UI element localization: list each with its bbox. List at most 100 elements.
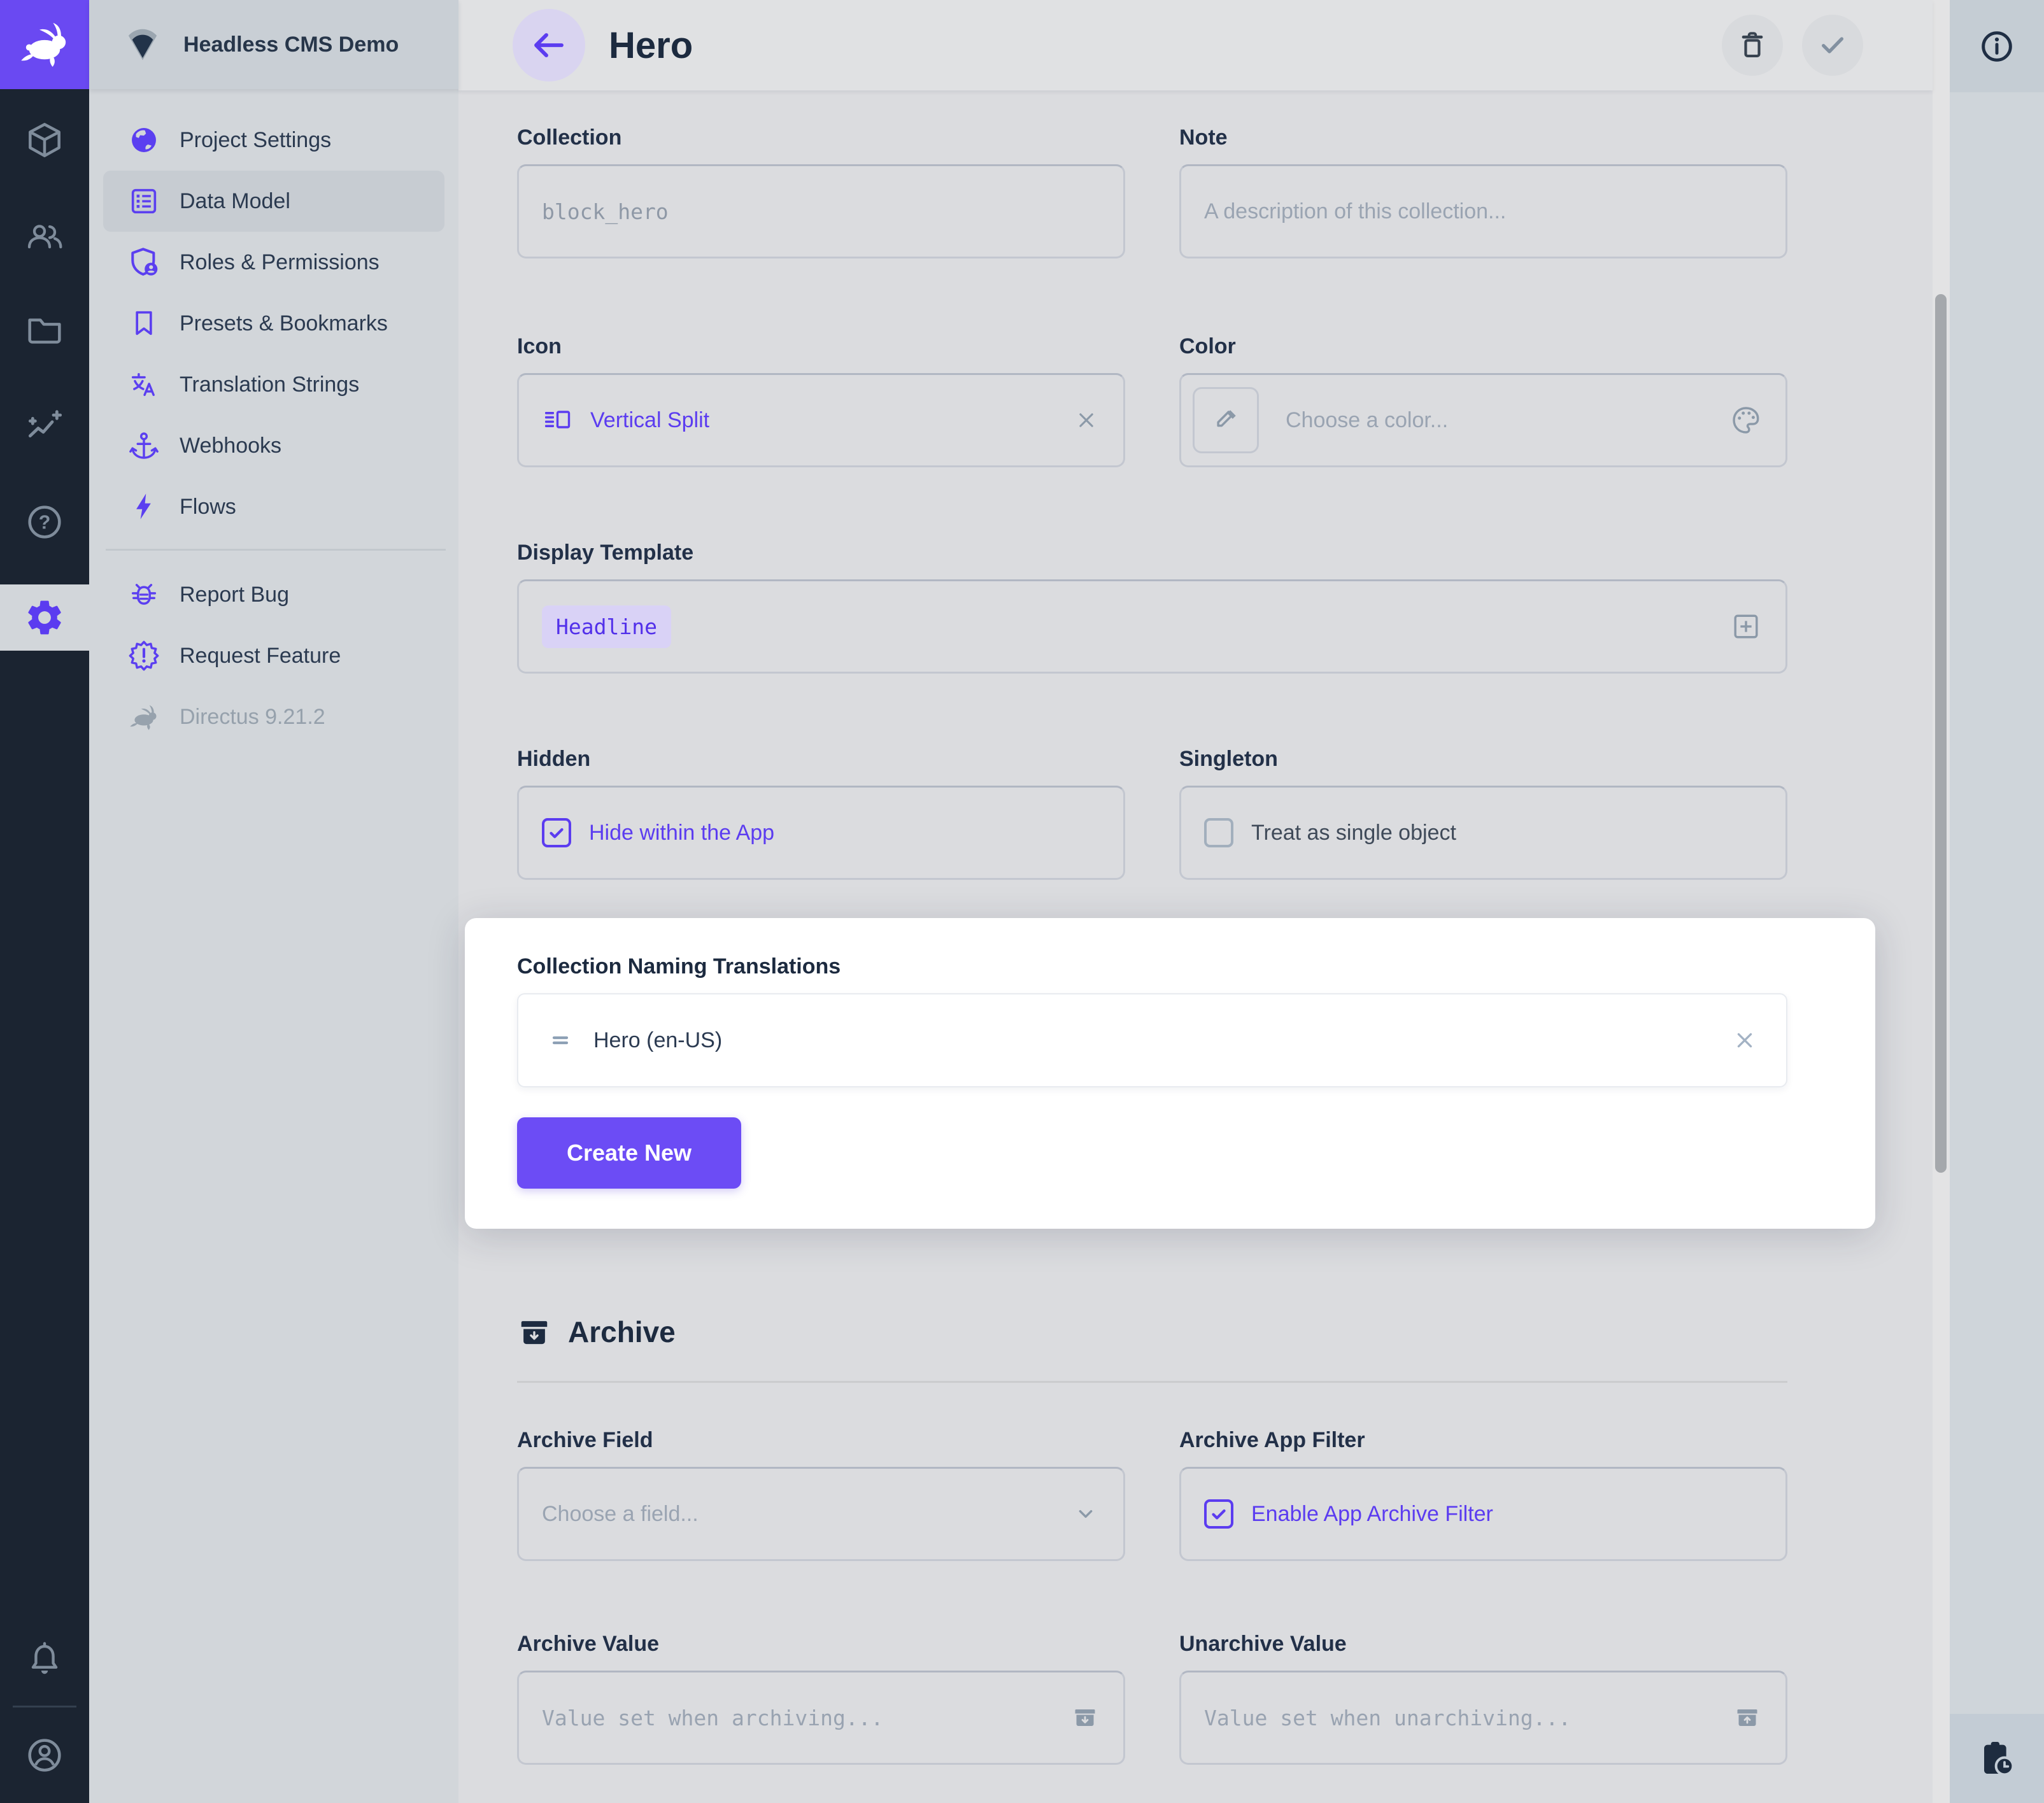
trash-icon xyxy=(1735,27,1770,63)
collection-input[interactable]: block_hero xyxy=(517,164,1125,258)
page-header: Hero xyxy=(458,0,1933,90)
nav-item-roles-permissions[interactable]: Roles & Permissions xyxy=(89,232,458,293)
insights-icon xyxy=(24,406,65,447)
info-section-button[interactable] xyxy=(1950,0,2044,92)
module-bottom xyxy=(0,1610,89,1803)
field-label: Collection xyxy=(517,125,1125,150)
scrollbar-thumb[interactable] xyxy=(1935,294,1947,1173)
archive-value-placeholder: Value set when archiving... xyxy=(542,1706,883,1730)
archive-field-select[interactable]: Choose a field... xyxy=(517,1467,1125,1561)
singleton-label: Treat as single object xyxy=(1251,821,1456,845)
close-icon xyxy=(1730,1026,1759,1055)
notifications-button[interactable] xyxy=(0,1610,89,1706)
folder-icon xyxy=(24,311,65,351)
nav-item-webhooks[interactable]: Webhooks xyxy=(89,415,458,476)
nav-label: Roles & Permissions xyxy=(180,250,380,275)
checkbox-checked-icon[interactable] xyxy=(1204,1499,1233,1529)
cube-icon xyxy=(24,120,65,160)
nav-item-presets-bookmarks[interactable]: Presets & Bookmarks xyxy=(89,293,458,354)
delete-button[interactable] xyxy=(1722,15,1783,76)
nav-item-request-feature[interactable]: Request Feature xyxy=(89,625,458,686)
project-name: Headless CMS Demo xyxy=(183,32,399,57)
field-display-template: Display Template Headline xyxy=(517,540,1787,674)
scrollbar-track[interactable] xyxy=(1933,0,1950,1803)
shield-person-icon xyxy=(127,246,160,279)
bolt-icon xyxy=(127,490,160,523)
nav-label: Webhooks xyxy=(180,434,281,458)
revisions-section-button[interactable] xyxy=(1950,1714,2044,1803)
save-button[interactable] xyxy=(1802,15,1863,76)
checkbox-checked-icon[interactable] xyxy=(542,818,571,847)
section-divider xyxy=(517,1381,1787,1383)
nav-label: Flows xyxy=(180,495,236,520)
archive-app-filter-toggle[interactable]: Enable App Archive Filter xyxy=(1179,1467,1787,1561)
eyedropper-button[interactable] xyxy=(1193,387,1259,453)
module-docs[interactable]: ? xyxy=(0,474,89,570)
field-label: Display Template xyxy=(517,540,1787,565)
translate-icon xyxy=(127,368,160,401)
palette-button[interactable] xyxy=(1729,404,1763,437)
version-label: Directus 9.21.2 xyxy=(180,705,325,730)
bug-icon xyxy=(127,578,160,611)
color-input[interactable]: Choose a color... xyxy=(1179,373,1787,467)
module-insights[interactable] xyxy=(0,379,89,474)
color-placeholder: Choose a color... xyxy=(1286,408,1448,433)
icon-input[interactable]: Vertical Split xyxy=(517,373,1125,467)
translation-remove-button[interactable] xyxy=(1730,1026,1759,1055)
checkbox-unchecked-icon[interactable] xyxy=(1204,818,1233,847)
drag-handle-icon[interactable] xyxy=(545,1025,576,1056)
field-label: Note xyxy=(1179,125,1787,150)
collection-naming-translations-card: Collection Naming Translations Hero (en-… xyxy=(465,918,1875,1229)
module-users[interactable] xyxy=(0,188,89,283)
nav-label: Project Settings xyxy=(180,128,331,153)
field-label: Color xyxy=(1179,334,1787,359)
help-icon: ? xyxy=(24,502,65,542)
note-placeholder: A description of this collection... xyxy=(1204,199,1506,224)
nav-item-report-bug[interactable]: Report Bug xyxy=(89,564,458,625)
list-alt-icon xyxy=(127,185,160,218)
directus-logo[interactable] xyxy=(0,0,89,89)
header-actions xyxy=(1722,15,1863,76)
module-content[interactable] xyxy=(0,92,89,188)
nav-item-data-model[interactable]: Data Model xyxy=(103,171,444,232)
add-box-icon xyxy=(1729,610,1763,643)
right-sidebar xyxy=(1950,0,2044,1803)
template-field-chip[interactable]: Headline xyxy=(542,605,671,648)
collection-value: block_hero xyxy=(542,199,669,224)
nav-label: Presets & Bookmarks xyxy=(180,311,388,336)
unarchive-value-input[interactable]: Value set when unarchiving... xyxy=(1179,1671,1787,1765)
field-label: Archive App Filter xyxy=(1179,1427,1787,1453)
account-circle-icon xyxy=(24,1735,65,1776)
field-label: Archive Value xyxy=(517,1631,1125,1657)
archive-value-input[interactable]: Value set when archiving... xyxy=(517,1671,1125,1765)
nav-footer-list: Report Bug Request Feature xyxy=(89,564,458,747)
module-files[interactable] xyxy=(0,283,89,379)
note-input[interactable]: A description of this collection... xyxy=(1179,164,1787,258)
back-button[interactable] xyxy=(513,9,585,81)
create-new-button[interactable]: Create New xyxy=(517,1117,741,1189)
nav-item-flows[interactable]: Flows xyxy=(89,476,458,537)
nav-item-translation-strings[interactable]: Translation Strings xyxy=(89,354,458,415)
people-icon xyxy=(24,215,65,256)
add-field-button[interactable] xyxy=(1729,610,1763,643)
gear-icon xyxy=(24,597,66,639)
field-collection: Collection block_hero xyxy=(517,125,1125,258)
icon-value: Vertical Split xyxy=(590,408,709,433)
nav-item-project-settings[interactable]: Project Settings xyxy=(89,110,458,171)
module-settings[interactable] xyxy=(0,584,89,651)
translation-list-item[interactable]: Hero (en-US) xyxy=(517,993,1787,1087)
close-icon xyxy=(1072,406,1100,434)
unarchive-up-icon xyxy=(1732,1702,1763,1733)
icon-clear-button[interactable] xyxy=(1072,406,1100,434)
right-sidebar-body xyxy=(1950,92,2044,1714)
rabbit-small-icon xyxy=(127,700,160,733)
field-label: Hidden xyxy=(517,746,1125,772)
archive-down-icon xyxy=(1070,1702,1100,1733)
singleton-toggle[interactable]: Treat as single object xyxy=(1179,786,1787,880)
archive-icon xyxy=(517,1315,551,1349)
project-chooser[interactable]: Headless CMS Demo xyxy=(89,0,458,89)
field-archive-field: Archive Field Choose a field... xyxy=(517,1427,1125,1561)
account-button[interactable] xyxy=(0,1708,89,1803)
hidden-toggle[interactable]: Hide within the App xyxy=(517,786,1125,880)
display-template-input[interactable]: Headline xyxy=(517,579,1787,674)
